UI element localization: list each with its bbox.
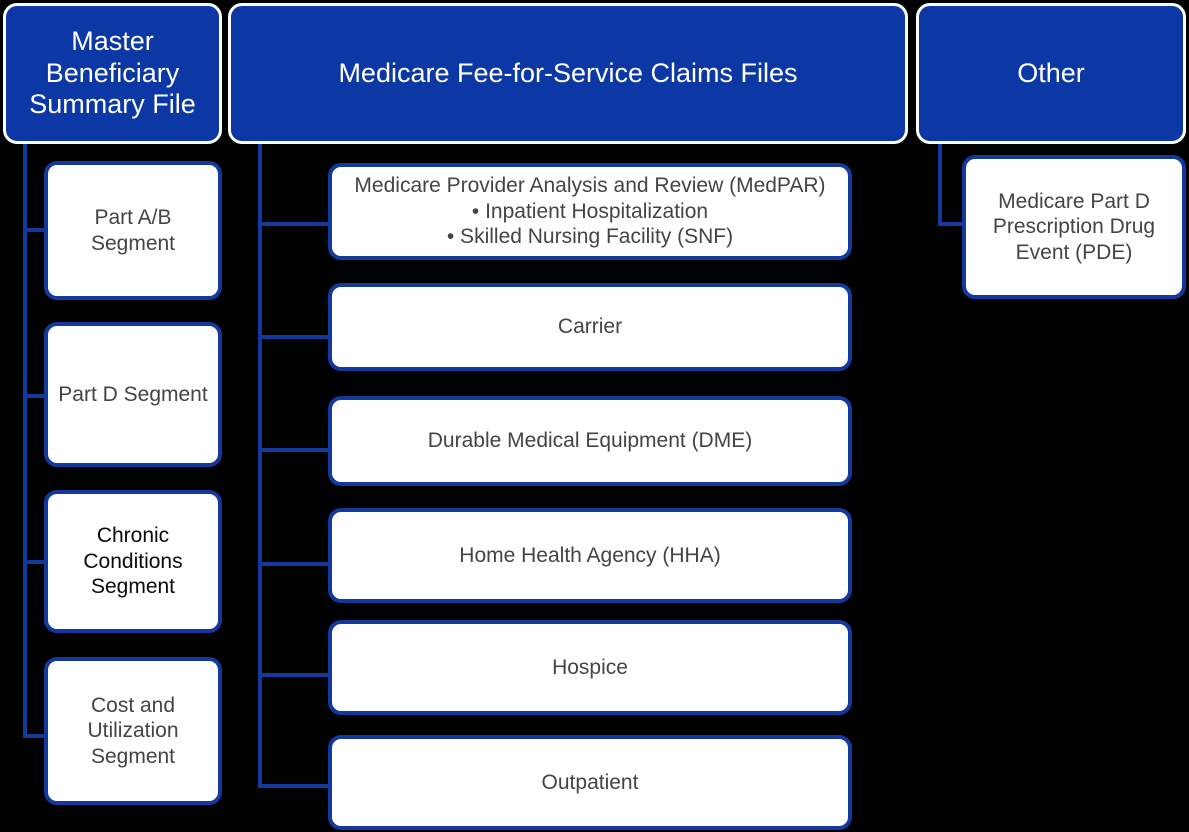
header-label-other: Other: [1017, 57, 1085, 88]
box-part-ab-segment[interactable]: Part A/B Segment: [44, 161, 222, 300]
header-box-medicare-fee-for-service-claims-files: Medicare Fee-for-Service Claims Files: [228, 3, 908, 144]
box-label-part-ab-segment: Part A/B Segment: [90, 205, 176, 255]
header-label-ffs: Medicare Fee-for-Service Claims Files: [338, 57, 798, 88]
box-durable-medical-equipment[interactable]: Durable Medical Equipment (DME): [328, 396, 852, 486]
box-label-part-d-segment: Part D Segment: [58, 382, 208, 406]
box-label-outpatient: Outpatient: [541, 770, 639, 794]
connector-trunk-other: [938, 144, 942, 226]
box-hospice[interactable]: Hospice: [328, 620, 852, 715]
box-part-d-segment[interactable]: Part D Segment: [44, 322, 222, 467]
box-label-medpar-bullet-snf: • Skilled Nursing Facility (SNF): [446, 225, 734, 249]
box-chronic-conditions-segment[interactable]: Chronic Conditions Segment: [44, 490, 222, 633]
box-cost-and-utilization-segment[interactable]: Cost and Utilization Segment: [44, 657, 222, 805]
connector-trunk-ffs: [258, 144, 262, 784]
connector-branch-hha: [258, 562, 330, 566]
box-label-carrier: Carrier: [557, 315, 623, 339]
diagram-canvas: Master Beneficiary Summary File Medicare…: [0, 0, 1189, 832]
connector-branch-hospice: [258, 673, 330, 677]
connector-trunk-mbsf: [23, 144, 27, 738]
box-outpatient[interactable]: Outpatient: [328, 735, 852, 830]
box-label-cost-and-utilization-segment: Cost and Utilization Segment: [87, 693, 179, 768]
box-label-durable-medical-equipment: Durable Medical Equipment (DME): [427, 429, 753, 453]
box-content-medpar: Medicare Provider Analysis and Review (M…: [340, 173, 840, 250]
header-box-other: Other: [916, 3, 1186, 144]
box-carrier[interactable]: Carrier: [328, 283, 852, 371]
box-label-medpar-bullet-inpatient: • Inpatient Hospitalization: [471, 199, 709, 223]
connector-branch-carrier: [258, 335, 330, 339]
box-medicare-part-d-pde[interactable]: Medicare Part D Prescription Drug Event …: [962, 155, 1186, 299]
connector-branch-outpatient: [258, 784, 330, 788]
box-label-medpar-title: Medicare Provider Analysis and Review (M…: [354, 174, 826, 198]
box-medpar[interactable]: Medicare Provider Analysis and Review (M…: [328, 163, 852, 260]
box-label-hospice: Hospice: [552, 655, 628, 679]
box-home-health-agency[interactable]: Home Health Agency (HHA): [328, 508, 852, 603]
connector-branch-dme: [258, 448, 330, 452]
box-label-medicare-part-d-pde: Medicare Part D Prescription Drug Event …: [992, 189, 1156, 264]
box-label-chronic-conditions-segment: Chronic Conditions Segment: [83, 524, 183, 599]
box-label-home-health-agency: Home Health Agency (HHA): [459, 543, 721, 567]
connector-branch-medpar: [258, 222, 330, 226]
header-label-mbsf: Master Beneficiary Summary File: [29, 25, 196, 120]
header-box-master-beneficiary-summary-file: Master Beneficiary Summary File: [3, 3, 222, 144]
